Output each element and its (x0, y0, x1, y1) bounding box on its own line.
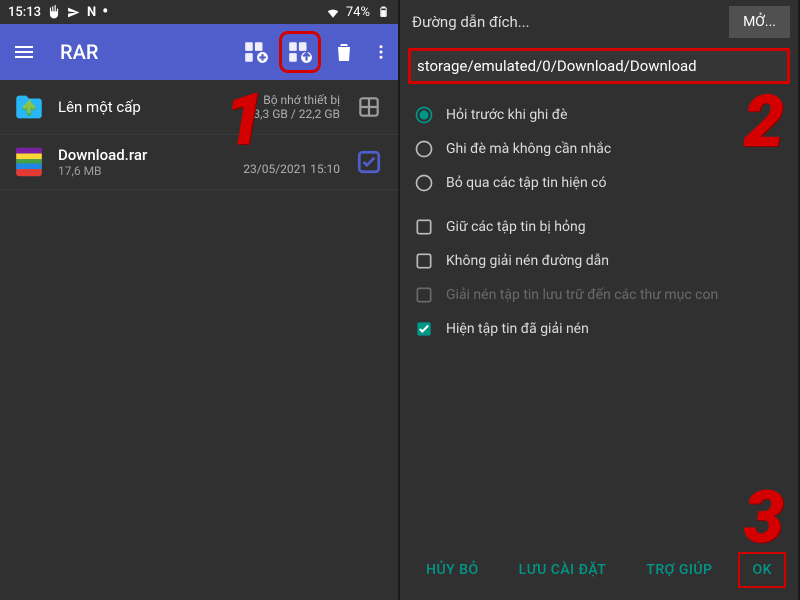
left-panel: 15:13 N • 74% RAR Lên một cấp Bộ nhớ thi… (0, 0, 400, 600)
help-button[interactable]: TRỢ GIÚP (636, 556, 722, 584)
status-right: 74% (326, 5, 390, 20)
ok-button[interactable]: OK (742, 556, 782, 584)
chk-no-path[interactable]: Không giải nén đường dẫn (414, 244, 784, 278)
battery-text: 74% (346, 5, 370, 20)
file-date: 23/05/2021 15:10 (243, 162, 340, 176)
n-icon: N (87, 5, 96, 20)
radio-selected-icon (414, 105, 434, 125)
storage-value: 3,3 GB / 22,2 GB (253, 107, 340, 121)
status-left: 15:13 N • (8, 5, 108, 20)
storage-label: Bộ nhớ thiết bị (253, 93, 340, 107)
open-button[interactable]: MỞ... (729, 6, 790, 38)
right-panel: Đường dẫn đích... MỞ... storage/emulated… (400, 0, 800, 600)
archive-add-icon[interactable] (240, 36, 272, 68)
folder-up-icon (12, 90, 46, 124)
radio-overwrite[interactable]: Ghi đè mà không cần nhắc (414, 132, 784, 166)
up-one-level-row[interactable]: Lên một cấp Bộ nhớ thiết bị 3,3 GB / 22,… (0, 80, 398, 135)
hand-icon (47, 5, 61, 19)
file-size: 17,6 MB (58, 164, 231, 178)
chk-keep-broken[interactable]: Giữ các tập tin bị hỏng (414, 210, 784, 244)
radio-skip-label: Bỏ qua các tập tin hiện có (446, 175, 606, 191)
paper-plane-icon (67, 5, 81, 19)
chk-subdir-label: Giải nén tập tin lưu trữ đến các thư mục… (446, 287, 718, 303)
chk-nopath-label: Không giải nén đường dẫn (446, 253, 609, 269)
menu-icon[interactable] (8, 36, 40, 68)
extract-icon[interactable] (284, 36, 316, 68)
view-grid-icon[interactable] (352, 90, 386, 124)
step-3-label: 3 (744, 482, 784, 554)
save-button[interactable]: LƯU CÀI ĐẶT (509, 556, 617, 584)
up-label: Lên một cấp (58, 98, 241, 116)
checkbox-checked-icon (414, 319, 434, 339)
checkbox-empty-icon (414, 251, 434, 271)
dest-path-input[interactable]: storage/emulated/0/Download/Download (408, 48, 790, 84)
options-group: Hỏi trước khi ghi đè Ghi đè mà không cần… (400, 88, 798, 356)
cancel-button[interactable]: HỦY BỎ (416, 556, 489, 584)
toolbar: RAR (0, 24, 398, 80)
delete-icon[interactable] (328, 36, 360, 68)
radio-over-label: Ghi đè mà không cần nhắc (446, 141, 611, 157)
chk-subdir: Giải nén tập tin lưu trữ đến các thư mục… (414, 278, 784, 312)
status-time: 15:13 (8, 5, 41, 20)
file-name: Download.rar (58, 146, 231, 164)
checkbox-checked-icon[interactable] (352, 145, 386, 179)
dest-row: Đường dẫn đích... MỞ... (400, 0, 798, 44)
chk-broken-label: Giữ các tập tin bị hỏng (446, 219, 586, 235)
battery-icon (376, 5, 390, 19)
wifi-icon (326, 5, 340, 19)
checkbox-disabled-icon (414, 285, 434, 305)
chk-show-label: Hiện tập tin đã giải nén (446, 321, 589, 337)
radio-ask-label: Hỏi trước khi ghi đè (446, 107, 568, 123)
dest-label: Đường dẫn đích... (412, 13, 721, 31)
more-icon[interactable] (372, 36, 390, 68)
checkbox-empty-icon (414, 217, 434, 237)
rar-file-icon (12, 145, 46, 179)
file-row[interactable]: Download.rar 17,6 MB 23/05/2021 15:10 (0, 135, 398, 190)
chk-show-extracted[interactable]: Hiện tập tin đã giải nén (414, 312, 784, 346)
status-bar: 15:13 N • 74% (0, 0, 398, 24)
radio-skip[interactable]: Bỏ qua các tập tin hiện có (414, 166, 784, 200)
radio-ask-overwrite[interactable]: Hỏi trước khi ghi đè (414, 98, 784, 132)
radio-unselected-icon (414, 173, 434, 193)
bottom-bar: HỦY BỎ LƯU CÀI ĐẶT TRỢ GIÚP OK (400, 548, 798, 592)
app-title: RAR (60, 40, 98, 64)
radio-unselected-icon (414, 139, 434, 159)
